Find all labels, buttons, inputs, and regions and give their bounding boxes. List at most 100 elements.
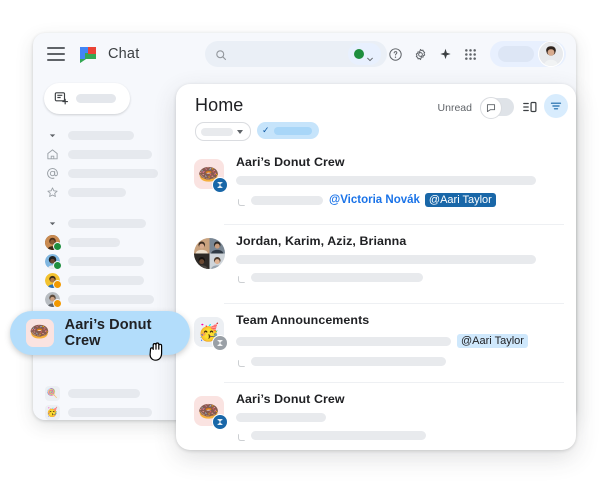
- conversation-row[interactable]: 🍩 Aari’s Donut Crew: [176, 383, 576, 450]
- sidebar-group-label-placeholder: [68, 219, 146, 228]
- sidebar-item-mentions[interactable]: [33, 164, 169, 183]
- conversation-title: Aari’s Donut Crew: [236, 155, 345, 169]
- app-topbar: Chat: [33, 33, 576, 75]
- sidebar-item-dm[interactable]: [33, 290, 169, 309]
- preview-placeholder-bar: [251, 430, 426, 440]
- chevron-down-icon: [366, 50, 374, 62]
- apps-grid-icon[interactable]: [459, 43, 481, 65]
- thread-reply-preview: [236, 356, 562, 367]
- conversation-row[interactable]: Jordan, Karim, Aziz, Brianna: [176, 225, 576, 304]
- new-chat-button[interactable]: [44, 83, 130, 114]
- caret-down-icon: [45, 128, 60, 143]
- compose-new-chat-icon: [54, 91, 69, 106]
- toggle-knob: [480, 97, 502, 119]
- sidebar-item-label-placeholder: [68, 150, 152, 159]
- thread-reply-preview: @Victoria Novák @Aari Taylor: [236, 193, 562, 207]
- chip-selected[interactable]: ✓: [257, 122, 319, 139]
- conversation-body: Aari’s Donut Crew: [228, 392, 562, 450]
- dm-avatar: [45, 273, 62, 289]
- account-label-placeholder: [498, 46, 534, 62]
- conversation-body: Team Announcements @Aari Taylor: [228, 313, 562, 383]
- sidebar-item-home[interactable]: [33, 145, 169, 164]
- message-preview: [236, 255, 562, 264]
- preview-placeholder-bar: [236, 176, 536, 185]
- panel-header: Home Unread ✓: [176, 84, 576, 146]
- sidebar-item-dm[interactable]: [33, 252, 169, 271]
- sidebar-group-shortcuts: [33, 126, 169, 202]
- avatar: 🍩: [194, 155, 228, 225]
- conversation-row[interactable]: 🥳 Team Announcements @Aari Taylor: [176, 304, 576, 383]
- reply-arrow-icon: [236, 195, 246, 206]
- search-icon: [215, 48, 227, 61]
- presence-dot-icon: [53, 280, 62, 289]
- dm-avatar: [45, 254, 62, 270]
- thread-reply-preview: [236, 272, 562, 283]
- preview-placeholder-bar: [251, 195, 323, 205]
- star-outline-icon: [45, 185, 60, 200]
- filter-button[interactable]: [544, 94, 568, 118]
- group-avatar: [194, 238, 225, 269]
- split-view-icon[interactable]: [522, 99, 538, 115]
- sidebar-group-header[interactable]: [33, 214, 169, 233]
- space-badge-icon: [212, 335, 228, 351]
- filter-chips: ✓: [195, 122, 319, 141]
- presence-status-button[interactable]: [348, 43, 381, 65]
- conversation-title: Aari’s Donut Crew: [236, 392, 345, 406]
- dragged-space-label: Aari’s Donut Crew: [64, 317, 152, 349]
- app-name: Chat: [108, 46, 140, 62]
- screenshot-root: Chat 🍭 🥳 Home Unread ✓ 🍩 Aari’s Donut Cr…: [0, 0, 608, 500]
- hamburger-menu-icon[interactable]: [47, 47, 65, 61]
- chat-bubble-icon: [486, 104, 496, 113]
- dm-avatar: [45, 235, 62, 251]
- sidebar-item-space[interactable]: 🥳: [33, 403, 169, 420]
- presence-dot-icon: [53, 299, 62, 308]
- conversation-row[interactable]: 🍩 Aari’s Donut Crew: [176, 146, 576, 225]
- sidebar-item-dm[interactable]: [33, 271, 169, 290]
- sidebar-group-header[interactable]: [33, 126, 169, 145]
- reply-arrow-icon: [236, 272, 246, 283]
- home-icon: [45, 147, 60, 162]
- conversation-title: Team Announcements: [236, 313, 370, 327]
- sidebar-item-label-placeholder: [68, 169, 158, 178]
- sidebar-item-label-placeholder: [68, 238, 120, 247]
- chip-dropdown[interactable]: [195, 122, 251, 141]
- preview-placeholder-bar: [251, 356, 446, 366]
- avatar: [194, 234, 228, 304]
- home-panel: Home Unread ✓ 🍩 Aari’s Donut Crew @Victo…: [176, 84, 576, 450]
- reply-arrow-icon: [236, 430, 246, 441]
- unread-toggle[interactable]: [480, 97, 514, 119]
- presence-dot-icon: [53, 242, 62, 251]
- filter-icon: [550, 102, 562, 110]
- preview-placeholder-bar: [236, 413, 326, 422]
- new-chat-label-placeholder: [76, 94, 116, 103]
- sidebar-item-label-placeholder: [68, 276, 144, 285]
- google-chat-logo: [77, 43, 99, 65]
- sidebar-item-label-placeholder: [68, 389, 140, 398]
- gear-icon[interactable]: [409, 43, 431, 65]
- sidebar-item-space[interactable]: 🍭: [33, 384, 169, 403]
- space-badge-icon: [212, 177, 228, 193]
- reply-arrow-icon: [236, 356, 246, 367]
- sidebar-item-label-placeholder: [68, 188, 126, 197]
- dragged-space-chip[interactable]: 🍩 Aari’s Donut Crew: [10, 311, 190, 361]
- sidebar-group-label-placeholder: [68, 131, 134, 140]
- sidebar-group-direct-messages: [33, 214, 169, 309]
- preview-placeholder-bar: [236, 336, 451, 346]
- party-face-emoji: 🥳: [45, 405, 60, 420]
- account-area[interactable]: [490, 41, 566, 67]
- user-avatar[interactable]: [538, 41, 564, 67]
- help-circle-icon[interactable]: [384, 43, 406, 65]
- message-preview: @Aari Taylor: [236, 334, 562, 348]
- donut-emoji: 🍩: [26, 319, 54, 347]
- mention-aari-taylor[interactable]: @Aari Taylor: [457, 334, 528, 348]
- avatar: 🍩: [194, 392, 228, 450]
- sidebar-item-dm[interactable]: [33, 233, 169, 252]
- sidebar-item-starred[interactable]: [33, 183, 169, 202]
- mention-aari-taylor[interactable]: @Aari Taylor: [424, 193, 496, 207]
- mention-victoria-novak[interactable]: @Victoria Novák: [329, 194, 420, 206]
- sparkle-icon[interactable]: [434, 43, 456, 65]
- chevron-down-icon: [237, 129, 243, 134]
- avatar: 🥳: [194, 313, 228, 383]
- sidebar-item-label-placeholder: [68, 257, 144, 266]
- at-mention-icon: [45, 166, 60, 181]
